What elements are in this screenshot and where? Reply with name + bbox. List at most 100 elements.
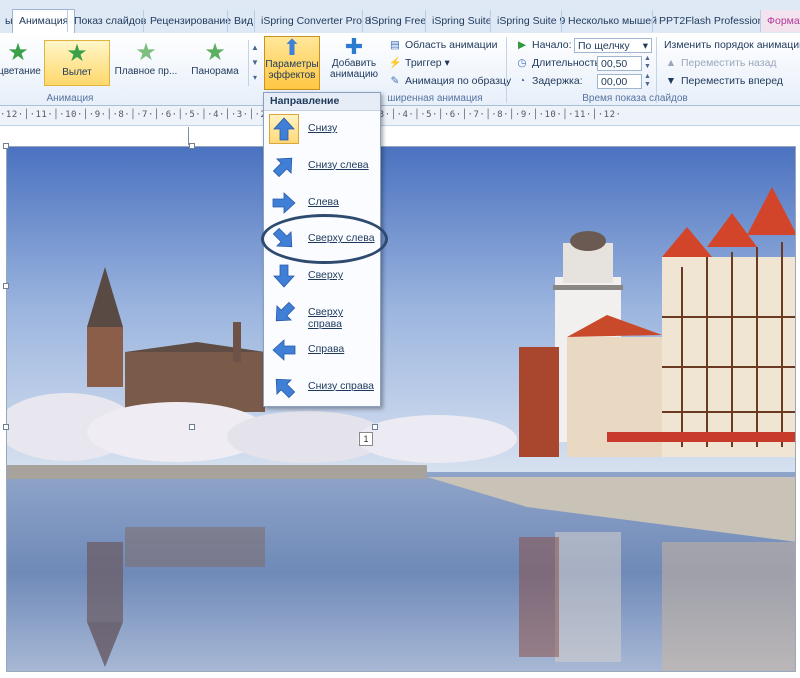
start-label: ▶ Начало: [515, 37, 572, 53]
tab-ispring-suite[interactable]: iSpring Suite [425, 10, 498, 32]
ribbon-tab-bar: ы Анимация Показ слайдов Рецензирование … [0, 0, 800, 34]
direction-option-label: Справа [308, 342, 345, 355]
separator [506, 37, 507, 103]
star-icon: ★ [135, 39, 157, 66]
move-forward-label: Переместить вперед [681, 75, 783, 87]
direction-option[interactable]: Снизу слева [266, 149, 376, 183]
trigger-label: Триггер [405, 57, 442, 69]
delay-label: ◔ Задержка: [515, 73, 583, 89]
add-animation-label-2: анимацию [330, 69, 378, 80]
direction-option-label: Сверху справа [308, 306, 344, 330]
duration-stepper[interactable]: ▲ ▼ [644, 55, 651, 71]
highlight-circle [261, 214, 388, 264]
trigger-button[interactable]: ⚡ Триггер ▾ [388, 55, 449, 71]
gallery-scroll[interactable]: ▲ ▼ ▾ [248, 40, 261, 86]
pane-icon: ▤ [390, 39, 400, 51]
animation-label: цветание [0, 66, 41, 77]
star-icon: ★ [204, 39, 226, 66]
dropdown-header: Направление [264, 93, 380, 111]
start-value: По щелчку [578, 40, 630, 52]
direction-option-label: Сверху [308, 269, 344, 282]
slide-canvas[interactable]: 1 [6, 146, 796, 672]
arrow-down-left-icon [269, 298, 299, 328]
arrow-up-left-icon [269, 372, 299, 402]
start-label-text: Начало: [532, 39, 572, 51]
effect-options-button[interactable]: ⬆ Параметры эффектов [264, 36, 320, 90]
star-icon: ★ [66, 40, 88, 67]
animation-painter-label: Анимация по образцу [405, 75, 512, 87]
delay-input[interactable]: 00,00 [597, 74, 642, 89]
animation-pane-label: Область анимации [405, 39, 498, 51]
move-back-label: Переместить назад [681, 57, 777, 69]
tab-review[interactable]: Рецензирование [143, 10, 237, 32]
animation-label: Панорама [191, 66, 239, 77]
triangle-up-icon: ▲ [665, 57, 677, 69]
clock-icon: ◷ [517, 57, 527, 69]
arrow-up-right-icon [269, 151, 299, 181]
resize-handle[interactable] [189, 424, 195, 430]
tab-ppt2flash[interactable]: PPT2Flash Professional [652, 10, 778, 32]
direction-option[interactable]: Снизу справа [266, 370, 376, 404]
painter-icon: ✎ [390, 75, 400, 87]
delay-value: 00,00 [601, 76, 628, 88]
add-star-icon: ✚ [344, 34, 364, 59]
start-select[interactable]: По щелчку ▾ [574, 38, 652, 53]
direction-option-label: Слева [308, 195, 339, 208]
direction-option[interactable]: Сверху [266, 259, 376, 293]
tab-ispring-suite-9[interactable]: iSpring Suite 9 [490, 10, 571, 32]
direction-option-label: Снизу справа [308, 379, 375, 392]
animation-fade-in[interactable]: ★ цветание [0, 39, 41, 86]
animation-painter-button[interactable]: ✎ Анимация по образцу [388, 73, 512, 89]
direction-option[interactable]: Снизу [266, 112, 376, 146]
lightning-icon: ⚡ [388, 57, 402, 69]
animation-label: Плавное пр... [114, 66, 178, 77]
delay-stepper[interactable]: ▲ ▼ [644, 73, 651, 89]
group-label-advanced: ширенная анимация [387, 93, 483, 104]
add-animation-button[interactable]: ✚ Добавить анимацию [326, 36, 382, 90]
star-icon: ★ [7, 39, 29, 66]
tab-animation[interactable]: Анимация [12, 9, 76, 34]
direction-option-label: Снизу [308, 122, 338, 134]
animation-smooth[interactable]: ★ Плавное пр... [112, 40, 180, 86]
animation-order-badge[interactable]: 1 [359, 432, 373, 446]
resize-handle[interactable] [3, 283, 9, 289]
duration-input[interactable]: 00,50 [597, 56, 642, 71]
duration-label: ◷ Длительность: [515, 55, 603, 71]
play-icon: ▶ [517, 39, 527, 51]
resize-handle[interactable] [3, 424, 9, 430]
arrow-up-icon [269, 114, 299, 144]
move-forward-button[interactable]: ▼ Переместить вперед [664, 73, 783, 89]
arrow-left-icon [269, 335, 299, 365]
resize-handle[interactable] [3, 143, 9, 149]
animation-label: Вылет [62, 67, 92, 78]
tab-multiple-mice[interactable]: Несколько мышей [561, 10, 663, 32]
move-back-button[interactable]: ▲ Переместить назад [664, 55, 777, 71]
effect-options-label-2: эффектов [268, 70, 316, 81]
resize-handle[interactable] [189, 143, 195, 149]
delay-label-text: Задержка: [532, 75, 583, 87]
chevron-down-icon: ▾ [642, 40, 648, 52]
clock-icon: ◔ [518, 75, 526, 87]
group-label-timing: Время показа слайдов [582, 93, 688, 104]
reorder-title: Изменить порядок анимации [664, 39, 800, 51]
direction-option[interactable]: Сверху справа [266, 296, 376, 330]
direction-option[interactable]: Справа [266, 333, 376, 367]
animation-pane-button[interactable]: ▤ Область анимации [388, 37, 497, 53]
arrow-right-icon [269, 188, 299, 218]
horizontal-ruler[interactable]: ·12·│·11·│·10·│·9·│·8·│·7·│·6·│·5·│·4·│·… [0, 106, 800, 126]
duration-label-text: Длительность: [532, 57, 603, 69]
tab-format[interactable]: Формат [760, 10, 800, 32]
add-animation-label-1: Добавить [331, 58, 377, 69]
slide-photo [7, 147, 795, 671]
triangle-down-icon: ▼ [665, 75, 677, 87]
arrow-up-icon: ⬆ [282, 35, 302, 60]
group-label-animation: Анимация [46, 93, 94, 104]
duration-value: 00,50 [601, 58, 628, 70]
animation-fly-in[interactable]: ★ Вылет [44, 40, 110, 86]
tab-ispring-converter[interactable]: iSpring Converter Pro 8 [254, 10, 377, 32]
tab-slideshow[interactable]: Показ слайдов [67, 10, 152, 32]
resize-handle[interactable] [372, 424, 378, 430]
tab-ispring-free[interactable]: iSpring Free [362, 10, 432, 32]
animation-panorama[interactable]: ★ Панорама [185, 40, 245, 86]
effect-options-label-1: Параметры [265, 59, 319, 70]
